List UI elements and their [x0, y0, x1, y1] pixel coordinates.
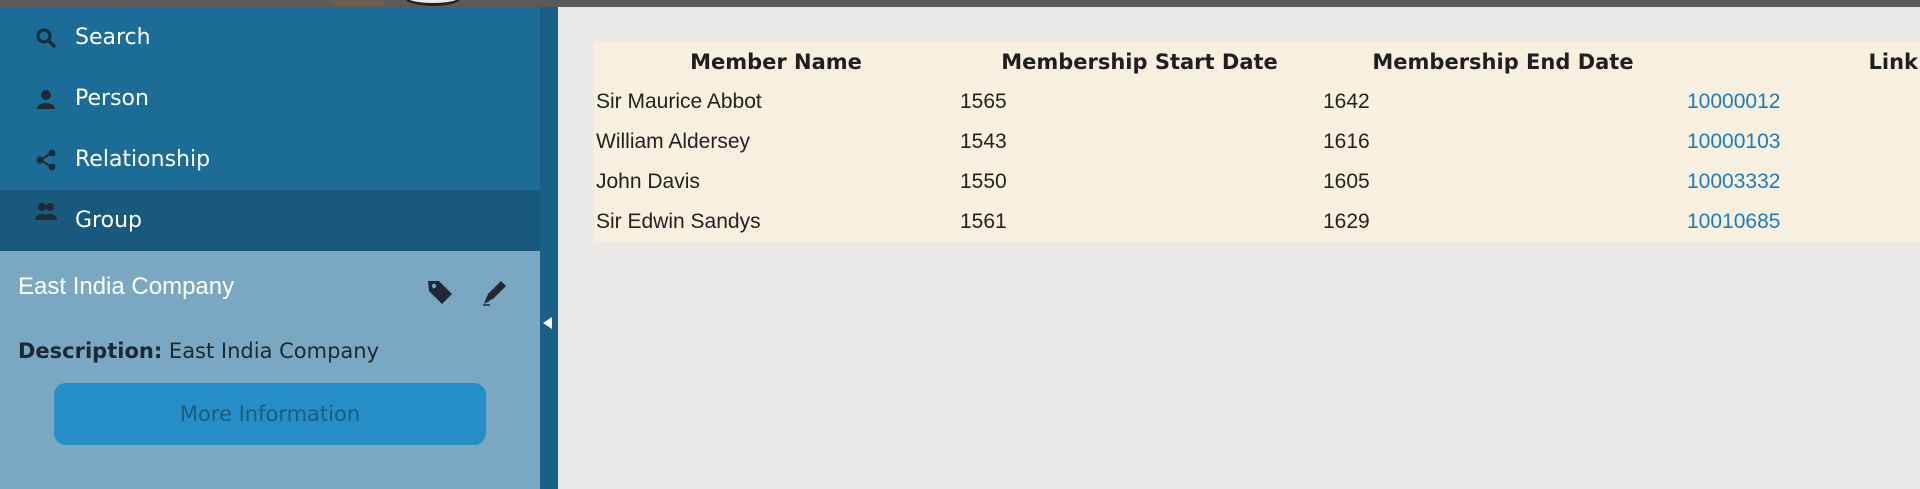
- header-image-fragment: [332, 0, 384, 6]
- start-date-cell: 1550: [960, 170, 1007, 193]
- member-name-cell: Sir Edwin Sandys: [596, 210, 761, 233]
- sidebar: Search Person Relationship Group East In…: [0, 7, 540, 489]
- sidebar-item-group[interactable]: Group: [0, 190, 540, 251]
- tag-icon[interactable]: [425, 277, 455, 307]
- group-title: East India Company: [18, 273, 235, 300]
- column-header-end-date: Membership End Date: [1372, 50, 1634, 74]
- sidebar-item-search[interactable]: Search: [0, 7, 540, 68]
- start-date-cell: 1561: [960, 210, 1007, 233]
- collapse-arrow-icon: [543, 317, 552, 329]
- start-date-cell: 1565: [960, 90, 1007, 113]
- sidebar-item-label: Relationship: [75, 147, 211, 172]
- top-bar: [0, 0, 1920, 7]
- person-icon: [37, 89, 55, 109]
- end-date-cell: 1605: [1323, 170, 1370, 193]
- description-value: East India Company: [168, 339, 380, 363]
- column-header-link: Link: [1868, 50, 1919, 74]
- sidebar-nav: Search Person Relationship Group: [0, 7, 540, 251]
- group-detail-panel: East India Company Description: East Ind…: [0, 251, 540, 489]
- group-icon: [35, 203, 57, 220]
- end-date-cell: 1616: [1323, 130, 1370, 153]
- member-name-cell: William Aldersey: [596, 130, 751, 153]
- sidebar-item-relationship[interactable]: Relationship: [0, 129, 540, 190]
- sidebar-collapse-toggle[interactable]: [540, 7, 558, 489]
- sidebar-item-label: Person: [75, 86, 149, 111]
- share-icon: [36, 149, 56, 170]
- members-table-container: Member Name Membership Start Date Member…: [594, 42, 1920, 242]
- sidebar-item-label: Search: [75, 25, 151, 50]
- group-description: Description: East India Company: [18, 339, 379, 363]
- more-information-button[interactable]: More Information: [54, 383, 486, 445]
- start-date-cell: 1543: [960, 130, 1007, 153]
- sidebar-item-person[interactable]: Person: [0, 68, 540, 129]
- column-header-member-name: Member Name: [690, 50, 862, 74]
- table-header-row: Member Name Membership Start Date Member…: [594, 42, 1920, 82]
- pencil-icon[interactable]: [480, 277, 510, 307]
- search-icon: [36, 28, 56, 48]
- end-date-cell: 1642: [1323, 90, 1370, 113]
- member-link[interactable]: 10003332: [1685, 162, 1920, 202]
- logo-fragment: [405, 0, 461, 6]
- description-label: Description:: [18, 339, 163, 363]
- member-name-cell: John Davis: [596, 170, 700, 193]
- member-link[interactable]: 10010685: [1685, 202, 1920, 242]
- table-row: Sir Edwin Sandys 1561 1629 10010685: [594, 202, 1920, 242]
- end-date-cell: 1629: [1323, 210, 1370, 233]
- table-row: Sir Maurice Abbot 1565 1642 10000012: [594, 82, 1920, 122]
- member-link[interactable]: 10000103: [1685, 122, 1920, 162]
- members-table: Member Name Membership Start Date Member…: [594, 42, 1920, 242]
- sidebar-item-label: Group: [75, 208, 142, 233]
- member-link[interactable]: 10000012: [1685, 82, 1920, 122]
- table-row: John Davis 1550 1605 10003332: [594, 162, 1920, 202]
- column-header-start-date: Membership Start Date: [1001, 50, 1278, 74]
- table-row: William Aldersey 1543 1616 10000103: [594, 122, 1920, 162]
- member-name-cell: Sir Maurice Abbot: [596, 90, 762, 113]
